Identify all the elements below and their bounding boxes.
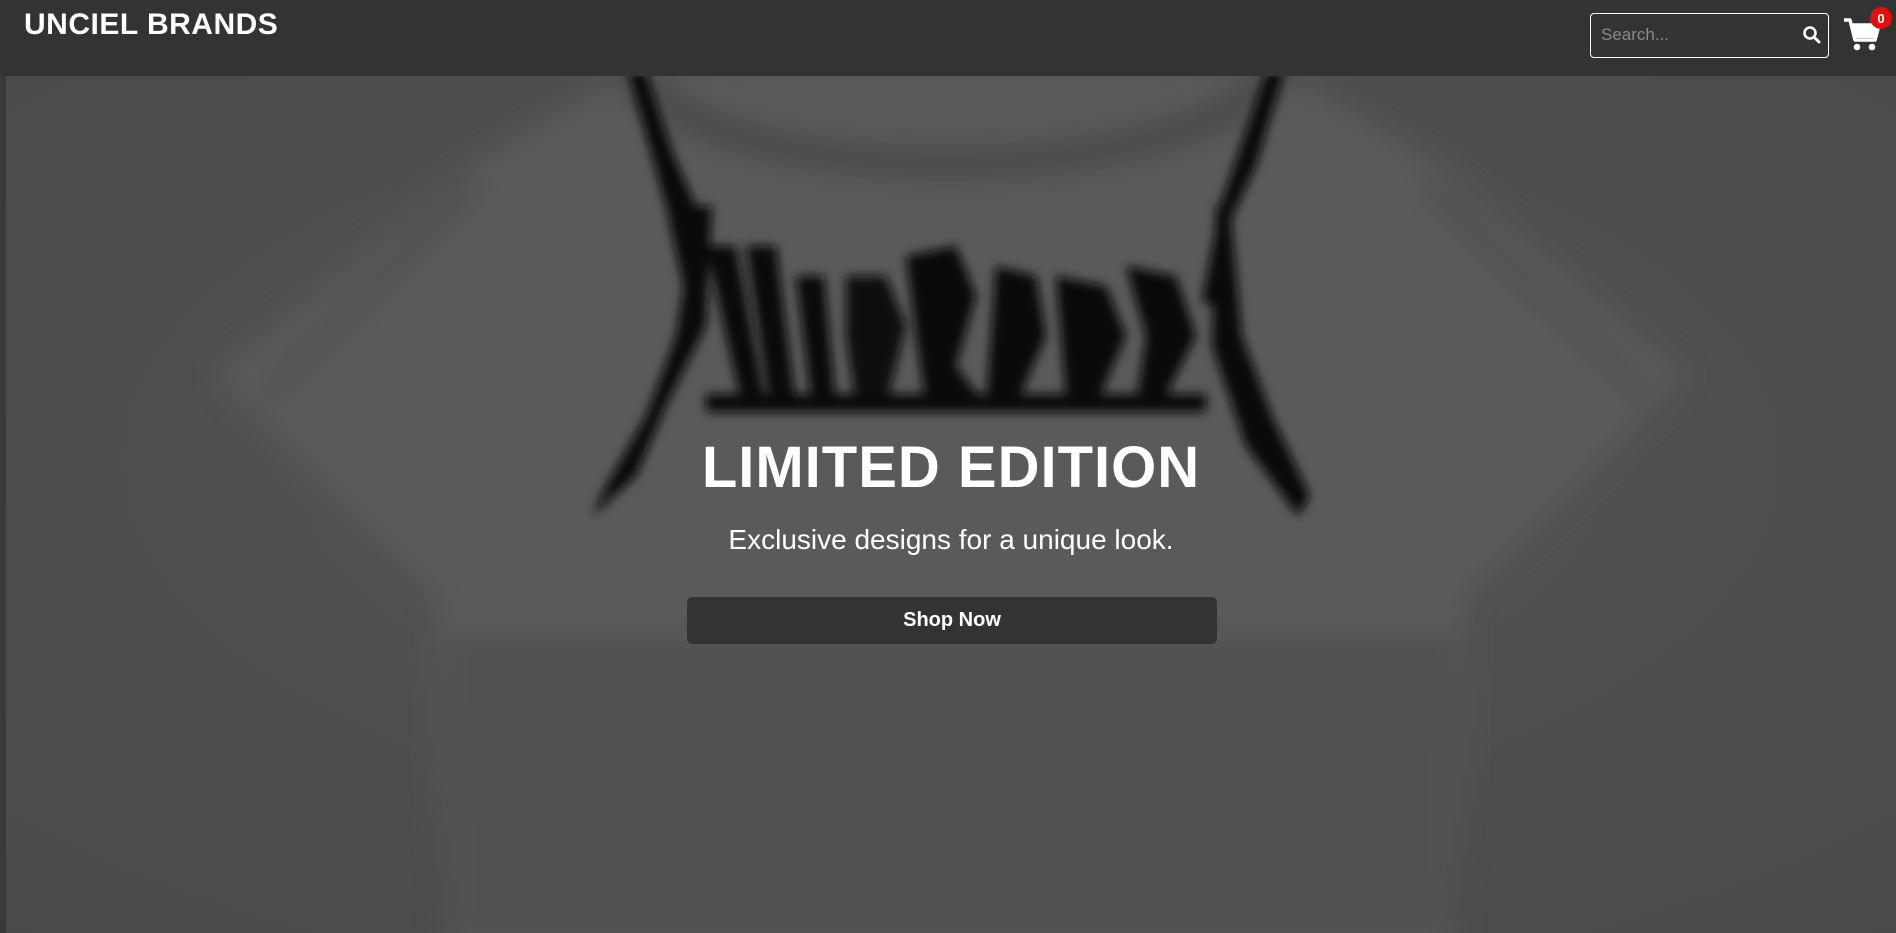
hero-subtitle: Exclusive designs for a unique look.: [728, 524, 1174, 555]
hero-banner: LIMITED EDITION Exclusive designs for a …: [6, 76, 1896, 933]
search-box: [1590, 13, 1829, 58]
shop-now-button[interactable]: Shop Now: [687, 597, 1217, 644]
hero-title: LIMITED EDITION: [701, 435, 1201, 500]
search-input[interactable]: [1601, 14, 1791, 56]
hero-background-image: [6, 76, 1896, 933]
brand-logo[interactable]: UNCIEL BRANDS: [24, 8, 278, 42]
site-header: UNCIEL BRANDS 0: [0, 0, 1896, 76]
cart-count-badge: 0: [1870, 7, 1892, 29]
search-icon[interactable]: [1802, 25, 1822, 45]
